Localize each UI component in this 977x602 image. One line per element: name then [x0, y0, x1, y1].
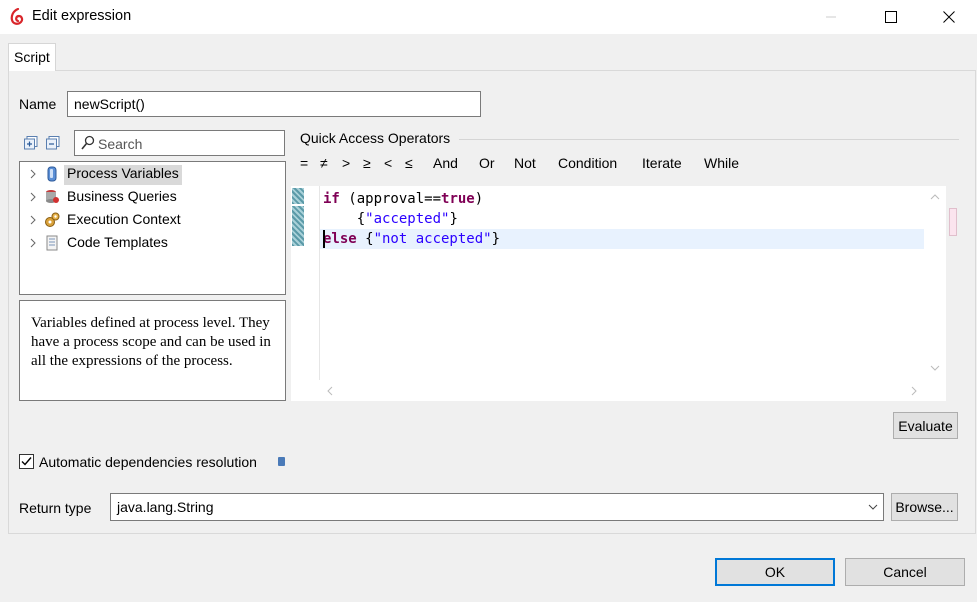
operator-equals[interactable]: = — [300, 155, 308, 171]
tree-item-label: Code Templates — [67, 234, 168, 250]
change-marker — [292, 206, 304, 246]
code-line[interactable]: else {"not accepted"} — [323, 229, 500, 249]
ok-button[interactable]: OK — [715, 558, 835, 586]
text-cursor — [323, 230, 325, 248]
editor-horizontal-scrollbar[interactable] — [291, 381, 946, 401]
code-line[interactable]: {"accepted"} — [323, 209, 500, 229]
tab-script[interactable]: Script — [8, 43, 56, 71]
name-input[interactable]: newScript() — [67, 91, 481, 117]
close-icon — [943, 11, 955, 23]
tree-item-business-queries[interactable]: Business Queries — [20, 186, 285, 208]
quick-access-divider — [459, 139, 959, 140]
operator-less[interactable]: < — [384, 155, 392, 171]
code-string: "accepted" — [365, 211, 450, 227]
code-keyword: if — [323, 191, 340, 207]
window-title: Edit expression — [32, 8, 132, 24]
chevron-right-icon[interactable] — [28, 168, 38, 180]
code-token: { — [356, 231, 374, 247]
operator-iterate[interactable]: Iterate — [642, 155, 682, 171]
code-string: "not accepted" — [373, 231, 492, 247]
editor-gutter — [291, 186, 304, 383]
chevron-right-icon[interactable] — [28, 214, 38, 226]
close-button[interactable] — [926, 0, 972, 34]
operator-or[interactable]: Or — [479, 155, 495, 171]
overview-ruler-marker[interactable] — [949, 208, 957, 236]
auto-dependencies-checkbox[interactable] — [19, 454, 34, 469]
code-line[interactable]: if (approval==true) — [323, 189, 500, 209]
chevron-right-icon[interactable] — [28, 237, 38, 249]
browse-button[interactable]: Browse... — [891, 493, 958, 521]
variables-tree[interactable]: Process Variables Business Queries Execu… — [19, 161, 286, 295]
checkmark-icon — [21, 457, 32, 466]
code-keyword: true — [441, 191, 475, 207]
chevron-right-icon[interactable] — [28, 191, 38, 203]
search-icon — [81, 135, 95, 150]
code-token: ) — [474, 191, 484, 207]
operator-condition[interactable]: Condition — [558, 155, 617, 171]
auto-dependencies-label: Automatic dependencies resolution — [39, 454, 257, 470]
tree-item-execution-context[interactable]: Execution Context — [20, 209, 285, 231]
collapse-all-icon[interactable] — [46, 136, 60, 150]
search-input[interactable]: Search — [74, 130, 285, 156]
operator-and[interactable]: And — [433, 155, 458, 171]
quick-access-title: Quick Access Operators — [300, 130, 451, 146]
operator-less-equal[interactable]: ≤ — [405, 155, 413, 171]
return-type-select[interactable]: java.lang.String — [110, 493, 884, 521]
evaluate-button[interactable]: Evaluate — [893, 412, 958, 439]
query-icon — [46, 190, 59, 203]
gears-icon — [45, 212, 60, 227]
operator-not-equals[interactable]: ≠ — [320, 155, 328, 171]
return-type-label: Return type — [19, 500, 92, 516]
database-icon — [47, 166, 57, 182]
info-icon[interactable] — [278, 457, 285, 466]
code-keyword: else — [323, 231, 357, 247]
maximize-icon — [885, 11, 897, 23]
change-marker — [292, 188, 304, 204]
scroll-down-icon[interactable] — [930, 364, 940, 372]
code-token: { — [323, 211, 366, 227]
operator-greater-equal[interactable]: ≥ — [363, 155, 371, 171]
scroll-right-icon[interactable] — [910, 386, 918, 396]
editor-vertical-scrollbar[interactable] — [924, 186, 946, 381]
operator-while[interactable]: While — [704, 155, 739, 171]
scroll-up-icon[interactable] — [930, 193, 940, 201]
code-token: (approval== — [339, 191, 442, 207]
document-icon — [46, 235, 58, 251]
tree-item-description: Variables defined at process level. They… — [19, 300, 286, 401]
code-token: } — [449, 211, 458, 227]
minimize-button[interactable] — [808, 0, 854, 34]
tree-item-label: Execution Context — [67, 211, 181, 227]
expand-all-icon[interactable] — [24, 136, 38, 150]
script-editor[interactable]: if (approval==true) {"accepted"} else {"n… — [291, 186, 946, 383]
tree-item-label: Business Queries — [67, 188, 177, 204]
code-token: } — [491, 231, 501, 247]
tree-item-code-templates[interactable]: Code Templates — [20, 232, 285, 254]
operator-not[interactable]: Not — [514, 155, 536, 171]
code-text[interactable]: if (approval==true) {"accepted"} else {"n… — [323, 189, 500, 249]
title-bar: Edit expression — [0, 0, 977, 34]
maximize-button[interactable] — [868, 0, 914, 34]
app-logo-icon — [10, 8, 24, 25]
cancel-button[interactable]: Cancel — [845, 558, 965, 586]
operator-greater[interactable]: > — [342, 155, 350, 171]
editor-line-ruler — [319, 186, 320, 380]
name-label: Name — [19, 96, 57, 112]
search-placeholder: Search — [98, 136, 143, 152]
return-type-value: java.lang.String — [117, 499, 214, 515]
tree-item-label: Process Variables — [64, 165, 182, 185]
tree-item-process-variables[interactable]: Process Variables — [20, 163, 285, 185]
scroll-left-icon[interactable] — [326, 386, 334, 396]
minimize-icon — [826, 16, 836, 18]
chevron-down-icon[interactable] — [868, 503, 878, 511]
